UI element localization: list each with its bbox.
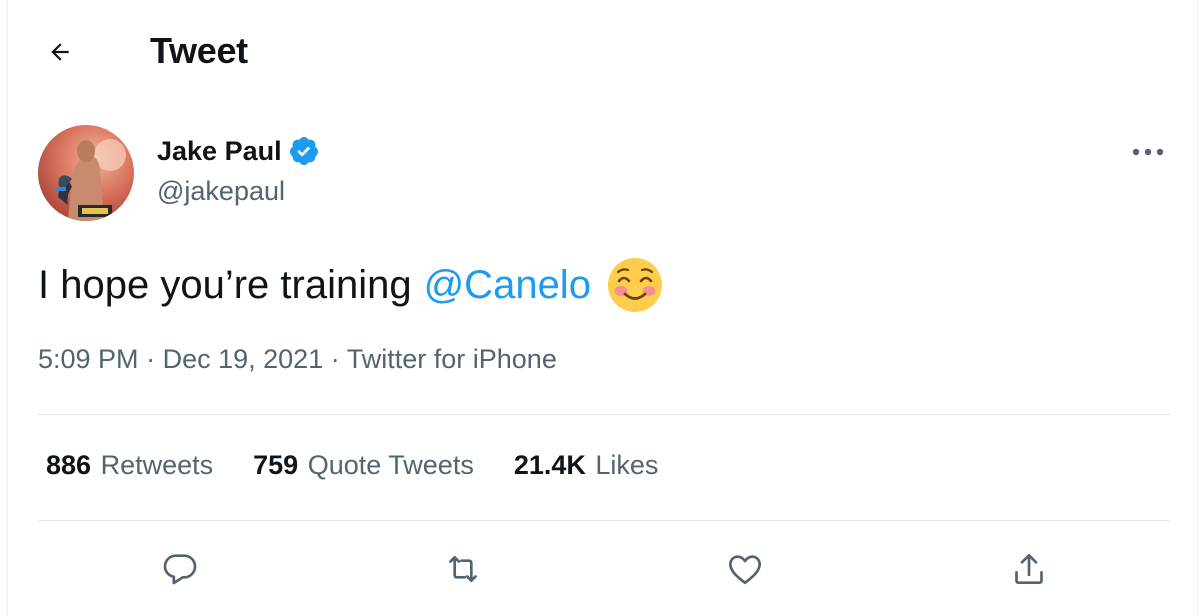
likes-label: Likes [595, 450, 659, 480]
back-button[interactable] [38, 30, 82, 74]
tweet-meta: 5:09 PM · Dec 19, 2021 · Twitter for iPh… [38, 344, 557, 375]
retweet-button[interactable] [438, 544, 488, 594]
retweets-count: 886 [46, 450, 92, 480]
meta-separator: · [330, 344, 340, 374]
quote-tweets-stat[interactable]: 759 Quote Tweets [253, 450, 474, 481]
likes-stat[interactable]: 21.4K Likes [514, 450, 659, 481]
mention-link[interactable]: @Canelo [424, 259, 591, 311]
retweets-stat[interactable]: 886 Retweets [46, 450, 213, 481]
reply-button[interactable] [155, 544, 205, 594]
quote-tweets-count: 759 [253, 450, 299, 480]
like-icon [729, 555, 761, 585]
tweet-text: I hope you’re training @Canelo [38, 257, 663, 313]
retweets-label: Retweets [100, 450, 214, 480]
author-handle[interactable]: @jakepaul [157, 176, 285, 207]
more-options-button[interactable] [1128, 137, 1168, 167]
tweet-date[interactable]: Dec 19, 2021 [163, 344, 324, 374]
likes-count: 21.4K [513, 450, 586, 480]
tweet-stats: 886 Retweets 759 Quote Tweets 21.4K Like… [46, 450, 658, 481]
page-title: Tweet [150, 30, 248, 71]
like-button[interactable] [720, 544, 770, 594]
author-name-text: Jake Paul [157, 135, 282, 166]
arrow-left-icon [51, 43, 69, 61]
reply-icon [163, 554, 197, 585]
divider [38, 414, 1170, 415]
author-name[interactable]: Jake Paul [157, 135, 320, 167]
verified-badge-icon [289, 137, 318, 165]
tweet-time[interactable]: 5:09 PM [38, 344, 139, 374]
share-icon [1015, 554, 1043, 584]
smiling-face-emoji-icon [607, 258, 662, 312]
quote-tweets-label: Quote Tweets [307, 450, 474, 480]
meta-separator: · [146, 344, 156, 374]
page-header: Tweet [0, 0, 1204, 100]
tweet-source[interactable]: Twitter for iPhone [347, 344, 557, 374]
avatar-image [38, 125, 134, 221]
more-horizontal-icon [1132, 148, 1164, 156]
tweet-text-body: I hope you’re training [38, 263, 412, 307]
avatar[interactable] [38, 125, 134, 221]
share-button[interactable] [1004, 544, 1054, 594]
retweet-icon [449, 556, 477, 582]
divider [38, 520, 1170, 521]
tweet-page: Tweet Jake Paul @jakepaul I hope you’re … [0, 0, 1204, 616]
